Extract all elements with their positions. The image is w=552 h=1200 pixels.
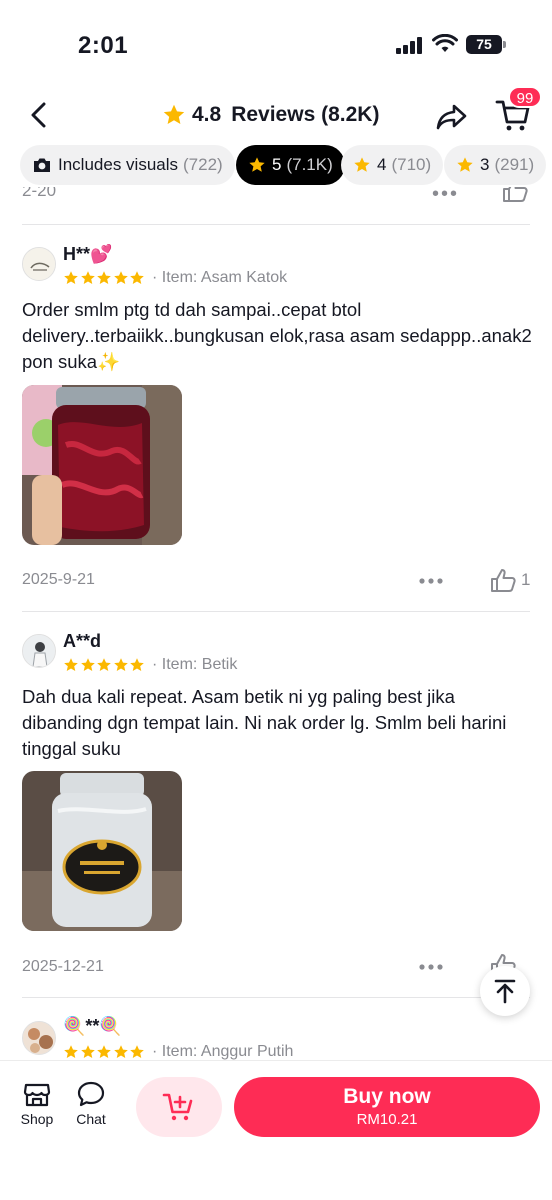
more-icon[interactable]: ••• xyxy=(432,187,459,206)
star-icon xyxy=(130,1045,144,1058)
add-cart-icon xyxy=(162,1093,193,1121)
star-rating xyxy=(63,656,146,674)
page-title: Reviews (8.2K) xyxy=(231,103,380,126)
review-username: A**d xyxy=(63,631,102,651)
filter-label: 3 xyxy=(480,155,490,174)
shop-label: Shop xyxy=(20,1111,54,1127)
share-icon[interactable] xyxy=(434,98,470,134)
avatar-image xyxy=(23,248,55,280)
review-item: · Item: Anggur Putih xyxy=(152,1043,294,1060)
review-date: 2025-12-21 xyxy=(22,958,104,975)
header: 4.8 Reviews (8.2K) xyxy=(0,90,552,142)
filter-includes-visuals[interactable]: Includes visuals (722) xyxy=(20,145,235,185)
cart-badge: 99 xyxy=(508,86,542,108)
more-icon[interactable] xyxy=(418,957,444,977)
status-time: 2:01 xyxy=(78,32,129,59)
star-icon xyxy=(64,658,78,671)
shop-button[interactable]: Shop xyxy=(12,1081,62,1127)
more-icon[interactable] xyxy=(418,571,444,591)
review-username: H**💕 xyxy=(63,244,113,264)
star-icon xyxy=(97,271,111,284)
star-icon xyxy=(130,658,144,671)
avatar-image xyxy=(23,635,55,667)
wifi-icon xyxy=(432,34,458,52)
chat-label: Chat xyxy=(76,1111,106,1127)
star-rating xyxy=(63,269,146,287)
star-icon xyxy=(457,157,473,172)
chat-button[interactable]: Chat xyxy=(66,1081,116,1127)
filter-count: (710) xyxy=(391,155,432,174)
filter-chips: Includes visuals (722) 5 (7.1K) 4 (710) … xyxy=(0,145,552,187)
star-icon xyxy=(163,104,185,124)
review-text: Order smlm ptg td dah sampai..cepat btol… xyxy=(22,299,532,372)
filter-label: Includes visuals xyxy=(58,155,179,174)
filter-3-stars[interactable]: 3 (291) xyxy=(444,145,547,185)
jar-photo xyxy=(22,385,182,545)
buy-now-button[interactable]: Buy now RM10.21 xyxy=(234,1077,540,1137)
star-icon xyxy=(64,271,78,284)
review-photo[interactable] xyxy=(22,771,182,931)
star-icon xyxy=(64,1045,78,1058)
star-icon xyxy=(113,271,128,284)
like-count: 1 xyxy=(521,570,531,589)
rating-value: 4.8 xyxy=(192,103,222,126)
thumbs-up-icon[interactable] xyxy=(488,566,518,594)
star-rating xyxy=(63,1043,146,1060)
buy-now-label: Buy now xyxy=(343,1085,431,1108)
jar-photo xyxy=(22,771,182,931)
reviews-list[interactable]: 2-20 ••• H**💕 · Item: Asam Katok Order s… xyxy=(0,187,552,1060)
shop-icon xyxy=(23,1083,51,1107)
review-text: Dah dua kali repeat. Asam betik ni yg pa… xyxy=(22,686,507,759)
avatar[interactable] xyxy=(22,247,56,281)
divider xyxy=(22,224,530,225)
star-icon xyxy=(80,658,95,671)
camera-icon xyxy=(34,158,50,172)
filter-count: (7.1K) xyxy=(286,155,333,174)
review-item: · Item: Asam Katok xyxy=(152,269,288,286)
star-icon xyxy=(249,157,265,172)
divider xyxy=(22,611,530,612)
signal-icon xyxy=(396,37,422,54)
rating-summary: 4.8 Reviews (8.2K) xyxy=(162,100,379,130)
star-icon xyxy=(97,658,111,671)
star-icon xyxy=(130,271,144,284)
filter-count: (291) xyxy=(494,155,535,174)
review-date: 2025-9-21 xyxy=(22,571,95,588)
star-icon xyxy=(80,1045,95,1058)
chat-icon xyxy=(77,1081,105,1107)
review-item: · Item: Betik xyxy=(152,656,238,673)
star-icon xyxy=(113,1045,128,1058)
add-to-cart-button[interactable] xyxy=(136,1077,222,1137)
star-icon xyxy=(354,157,370,172)
avatar[interactable] xyxy=(22,1021,56,1055)
filter-5-stars[interactable]: 5 (7.1K) xyxy=(236,145,345,185)
filter-label: 4 xyxy=(377,155,387,174)
battery-icon: 75 xyxy=(466,35,502,54)
star-icon xyxy=(97,1045,111,1058)
filter-count: (722) xyxy=(183,155,223,174)
battery-tip xyxy=(503,41,506,48)
star-icon xyxy=(80,271,95,284)
avatar-image xyxy=(23,1022,55,1054)
thumbs-up-icon[interactable] xyxy=(500,187,530,203)
back-button[interactable] xyxy=(22,98,56,132)
bottom-action-bar: Shop Chat Buy now RM10.21 xyxy=(0,1060,552,1200)
review-username: 🍭**🍭 xyxy=(63,1016,122,1036)
filter-4-stars[interactable]: 4 (710) xyxy=(341,145,444,185)
buy-now-price: RM10.21 xyxy=(356,1111,418,1128)
divider xyxy=(22,997,530,998)
avatar[interactable] xyxy=(22,634,56,668)
review-photo[interactable] xyxy=(22,385,182,545)
arrow-up-icon xyxy=(494,979,516,1004)
scroll-to-top-button[interactable] xyxy=(480,966,530,1016)
previous-review-date: 2-20 xyxy=(22,187,57,200)
filter-label: 5 xyxy=(272,155,282,174)
star-icon xyxy=(113,658,128,671)
status-bar: 2:01 75 xyxy=(0,0,552,90)
